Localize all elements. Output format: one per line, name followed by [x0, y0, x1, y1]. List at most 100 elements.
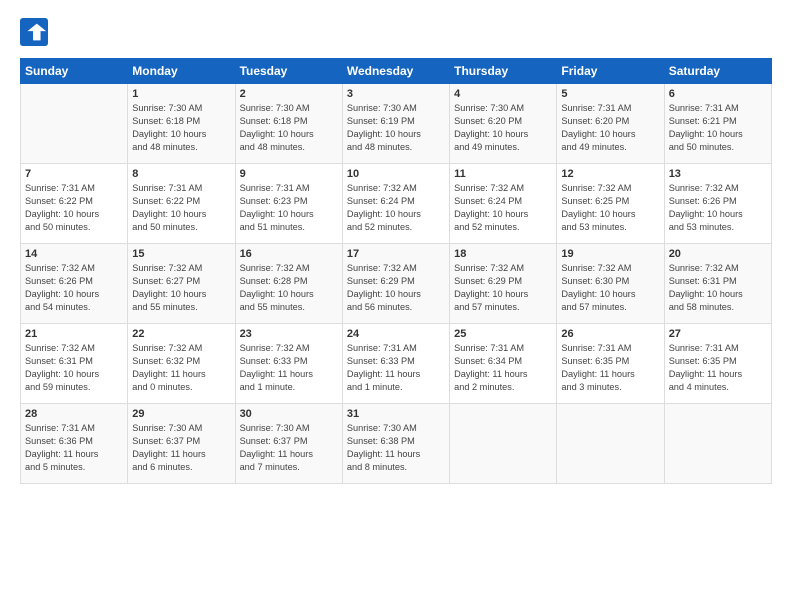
day-number: 13: [669, 168, 767, 180]
cell-text: Sunrise: 7:32 AM Sunset: 6:32 PM Dayligh…: [132, 342, 230, 394]
calendar-cell: 18 Sunrise: 7:32 AM Sunset: 6:29 PM Dayli…: [450, 244, 557, 324]
logo: [20, 18, 52, 46]
day-number: 7: [25, 168, 123, 180]
calendar-week-2: 7 Sunrise: 7:31 AM Sunset: 6:22 PM Daylig…: [21, 164, 772, 244]
logo-icon: [20, 18, 48, 46]
calendar-cell: [21, 84, 128, 164]
day-number: 31: [347, 408, 445, 420]
cell-text: Sunrise: 7:31 AM Sunset: 6:34 PM Dayligh…: [454, 342, 552, 394]
day-number: 9: [240, 168, 338, 180]
day-number: 16: [240, 248, 338, 260]
day-number: 6: [669, 88, 767, 100]
cell-text: Sunrise: 7:31 AM Sunset: 6:21 PM Dayligh…: [669, 102, 767, 154]
cell-text: Sunrise: 7:30 AM Sunset: 6:20 PM Dayligh…: [454, 102, 552, 154]
calendar-week-5: 28 Sunrise: 7:31 AM Sunset: 6:36 PM Dayli…: [21, 404, 772, 484]
calendar-cell: 6 Sunrise: 7:31 AM Sunset: 6:21 PM Daylig…: [664, 84, 771, 164]
calendar-cell: 19Sunrise: 7:32 AM Sunset: 6:30 PM Dayli…: [557, 244, 664, 324]
cell-text: Sunrise: 7:31 AM Sunset: 6:20 PM Dayligh…: [561, 102, 659, 154]
calendar-week-4: 21 Sunrise: 7:32 AM Sunset: 6:31 PM Dayli…: [21, 324, 772, 404]
day-number: 21: [25, 328, 123, 340]
calendar-cell: 31 Sunrise: 7:30 AM Sunset: 6:38 PM Dayli…: [342, 404, 449, 484]
calendar-cell: 26Sunrise: 7:31 AM Sunset: 6:35 PM Dayli…: [557, 324, 664, 404]
calendar-cell: 12 Sunrise: 7:32 AM Sunset: 6:25 PM Dayli…: [557, 164, 664, 244]
calendar-cell: 7 Sunrise: 7:31 AM Sunset: 6:22 PM Daylig…: [21, 164, 128, 244]
cell-text: Sunrise: 7:30 AM Sunset: 6:38 PM Dayligh…: [347, 422, 445, 474]
calendar-cell: 28 Sunrise: 7:31 AM Sunset: 6:36 PM Dayli…: [21, 404, 128, 484]
cell-text: Sunrise: 7:30 AM Sunset: 6:19 PM Dayligh…: [347, 102, 445, 154]
day-number: 24: [347, 328, 445, 340]
calendar-cell: 29Sunrise: 7:30 AM Sunset: 6:37 PM Dayli…: [128, 404, 235, 484]
calendar-cell: 9 Sunrise: 7:31 AM Sunset: 6:23 PM Daylig…: [235, 164, 342, 244]
calendar-cell: [557, 404, 664, 484]
calendar-cell: 23 Sunrise: 7:32 AM Sunset: 6:33 PM Dayli…: [235, 324, 342, 404]
day-number: 23: [240, 328, 338, 340]
day-number: 12: [561, 168, 659, 180]
day-number: 5: [561, 88, 659, 100]
calendar-cell: 4 Sunrise: 7:30 AM Sunset: 6:20 PM Daylig…: [450, 84, 557, 164]
calendar-cell: [450, 404, 557, 484]
day-number: 2: [240, 88, 338, 100]
calendar-cell: 22Sunrise: 7:32 AM Sunset: 6:32 PM Dayli…: [128, 324, 235, 404]
calendar-cell: 24 Sunrise: 7:31 AM Sunset: 6:33 PM Dayli…: [342, 324, 449, 404]
col-header-monday: Monday: [128, 59, 235, 84]
day-number: 27: [669, 328, 767, 340]
calendar-cell: 27 Sunrise: 7:31 AM Sunset: 6:35 PM Dayli…: [664, 324, 771, 404]
cell-text: Sunrise: 7:31 AM Sunset: 6:33 PM Dayligh…: [347, 342, 445, 394]
calendar-cell: 2 Sunrise: 7:30 AM Sunset: 6:18 PM Daylig…: [235, 84, 342, 164]
day-number: 17: [347, 248, 445, 260]
page-header: [20, 18, 772, 46]
day-number: 4: [454, 88, 552, 100]
day-number: 19: [561, 248, 659, 260]
calendar-cell: 25Sunrise: 7:31 AM Sunset: 6:34 PM Dayli…: [450, 324, 557, 404]
cell-text: Sunrise: 7:32 AM Sunset: 6:27 PM Dayligh…: [132, 262, 230, 314]
cell-text: Sunrise: 7:31 AM Sunset: 6:22 PM Dayligh…: [25, 182, 123, 234]
col-header-wednesday: Wednesday: [342, 59, 449, 84]
calendar-cell: 11 Sunrise: 7:32 AM Sunset: 6:24 PM Dayli…: [450, 164, 557, 244]
cell-text: Sunrise: 7:30 AM Sunset: 6:18 PM Dayligh…: [240, 102, 338, 154]
calendar-cell: 13 Sunrise: 7:32 AM Sunset: 6:26 PM Dayli…: [664, 164, 771, 244]
calendar-table: SundayMondayTuesdayWednesdayThursdayFrid…: [20, 58, 772, 484]
col-header-tuesday: Tuesday: [235, 59, 342, 84]
calendar-cell: 1Sunrise: 7:30 AM Sunset: 6:18 PM Daylig…: [128, 84, 235, 164]
calendar-cell: 3 Sunrise: 7:30 AM Sunset: 6:19 PM Daylig…: [342, 84, 449, 164]
calendar-cell: 14Sunrise: 7:32 AM Sunset: 6:26 PM Dayli…: [21, 244, 128, 324]
cell-text: Sunrise: 7:32 AM Sunset: 6:28 PM Dayligh…: [240, 262, 338, 314]
day-number: 11: [454, 168, 552, 180]
cell-text: Sunrise: 7:32 AM Sunset: 6:26 PM Dayligh…: [669, 182, 767, 234]
day-number: 3: [347, 88, 445, 100]
cell-text: Sunrise: 7:32 AM Sunset: 6:31 PM Dayligh…: [669, 262, 767, 314]
calendar-cell: 21 Sunrise: 7:32 AM Sunset: 6:31 PM Dayli…: [21, 324, 128, 404]
col-header-saturday: Saturday: [664, 59, 771, 84]
calendar-cell: 8Sunrise: 7:31 AM Sunset: 6:22 PM Daylig…: [128, 164, 235, 244]
cell-text: Sunrise: 7:32 AM Sunset: 6:31 PM Dayligh…: [25, 342, 123, 394]
day-number: 18: [454, 248, 552, 260]
calendar-cell: 20 Sunrise: 7:32 AM Sunset: 6:31 PM Dayli…: [664, 244, 771, 324]
calendar-week-1: 1Sunrise: 7:30 AM Sunset: 6:18 PM Daylig…: [21, 84, 772, 164]
cell-text: Sunrise: 7:31 AM Sunset: 6:22 PM Dayligh…: [132, 182, 230, 234]
cell-text: Sunrise: 7:32 AM Sunset: 6:29 PM Dayligh…: [454, 262, 552, 314]
calendar-week-3: 14Sunrise: 7:32 AM Sunset: 6:26 PM Dayli…: [21, 244, 772, 324]
cell-text: Sunrise: 7:32 AM Sunset: 6:24 PM Dayligh…: [347, 182, 445, 234]
cell-text: Sunrise: 7:30 AM Sunset: 6:18 PM Dayligh…: [132, 102, 230, 154]
day-number: 10: [347, 168, 445, 180]
day-number: 30: [240, 408, 338, 420]
cell-text: Sunrise: 7:30 AM Sunset: 6:37 PM Dayligh…: [240, 422, 338, 474]
day-number: 15: [132, 248, 230, 260]
calendar-cell: 15 Sunrise: 7:32 AM Sunset: 6:27 PM Dayli…: [128, 244, 235, 324]
calendar-cell: 10 Sunrise: 7:32 AM Sunset: 6:24 PM Dayli…: [342, 164, 449, 244]
calendar-cell: 5 Sunrise: 7:31 AM Sunset: 6:20 PM Daylig…: [557, 84, 664, 164]
cell-text: Sunrise: 7:30 AM Sunset: 6:37 PM Dayligh…: [132, 422, 230, 474]
cell-text: Sunrise: 7:32 AM Sunset: 6:33 PM Dayligh…: [240, 342, 338, 394]
calendar-cell: 17Sunrise: 7:32 AM Sunset: 6:29 PM Dayli…: [342, 244, 449, 324]
cell-text: Sunrise: 7:31 AM Sunset: 6:36 PM Dayligh…: [25, 422, 123, 474]
day-number: 26: [561, 328, 659, 340]
day-number: 20: [669, 248, 767, 260]
col-header-friday: Friday: [557, 59, 664, 84]
cell-text: Sunrise: 7:32 AM Sunset: 6:25 PM Dayligh…: [561, 182, 659, 234]
calendar-cell: 16 Sunrise: 7:32 AM Sunset: 6:28 PM Dayli…: [235, 244, 342, 324]
cell-text: Sunrise: 7:31 AM Sunset: 6:35 PM Dayligh…: [669, 342, 767, 394]
cell-text: Sunrise: 7:32 AM Sunset: 6:24 PM Dayligh…: [454, 182, 552, 234]
cell-text: Sunrise: 7:31 AM Sunset: 6:23 PM Dayligh…: [240, 182, 338, 234]
day-number: 14: [25, 248, 123, 260]
day-number: 28: [25, 408, 123, 420]
